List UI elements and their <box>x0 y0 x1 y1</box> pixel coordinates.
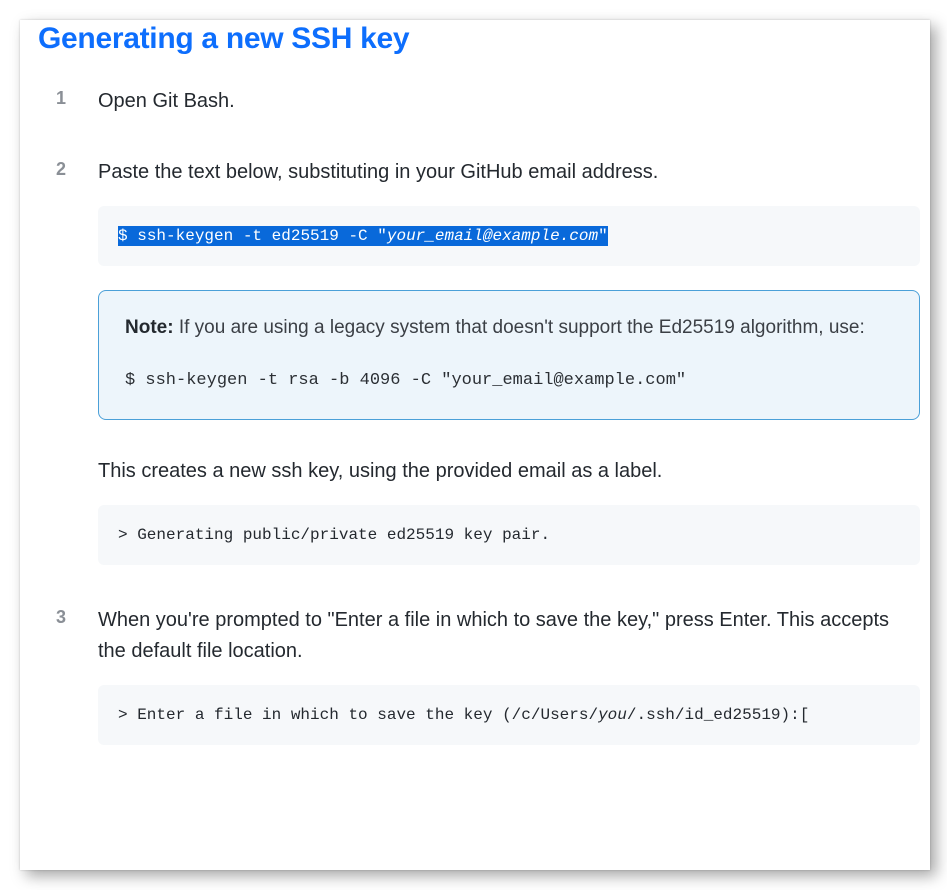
step-text: When you're prompted to "Enter a file in… <box>98 605 920 667</box>
step-followup: This creates a new ssh key, using the pr… <box>98 456 920 487</box>
note-callout: Note: If you are using a legacy system t… <box>98 290 920 420</box>
code-block-prompt[interactable]: > Enter a file in which to save the key … <box>98 685 920 745</box>
doc-card: Generating a new SSH key Open Git Bash. … <box>20 20 930 870</box>
step-text: Open Git Bash. <box>98 86 920 117</box>
step-3: When you're prompted to "Enter a file in… <box>38 605 920 745</box>
note-body: If you are using a legacy system that do… <box>174 317 865 338</box>
steps-list: Open Git Bash. Paste the text below, sub… <box>38 86 920 745</box>
step-1: Open Git Bash. <box>38 86 920 117</box>
step-2: Paste the text below, substituting in yo… <box>38 157 920 565</box>
step-text: Paste the text below, substituting in yo… <box>98 157 920 188</box>
note-label: Note: <box>125 317 174 338</box>
note-code[interactable]: $ ssh-keygen -t rsa -b 4096 -C "your_ema… <box>125 367 893 394</box>
code-block-keygen[interactable]: $ ssh-keygen -t ed25519 -C "your_email@e… <box>98 206 920 266</box>
page-title: Generating a new SSH key <box>38 22 920 56</box>
note-text: Note: If you are using a legacy system t… <box>125 313 893 343</box>
code-block-output[interactable]: > Generating public/private ed25519 key … <box>98 505 920 565</box>
placeholder-you: you <box>598 706 627 724</box>
highlighted-command: $ ssh-keygen -t ed25519 -C "your_email@e… <box>118 226 608 246</box>
